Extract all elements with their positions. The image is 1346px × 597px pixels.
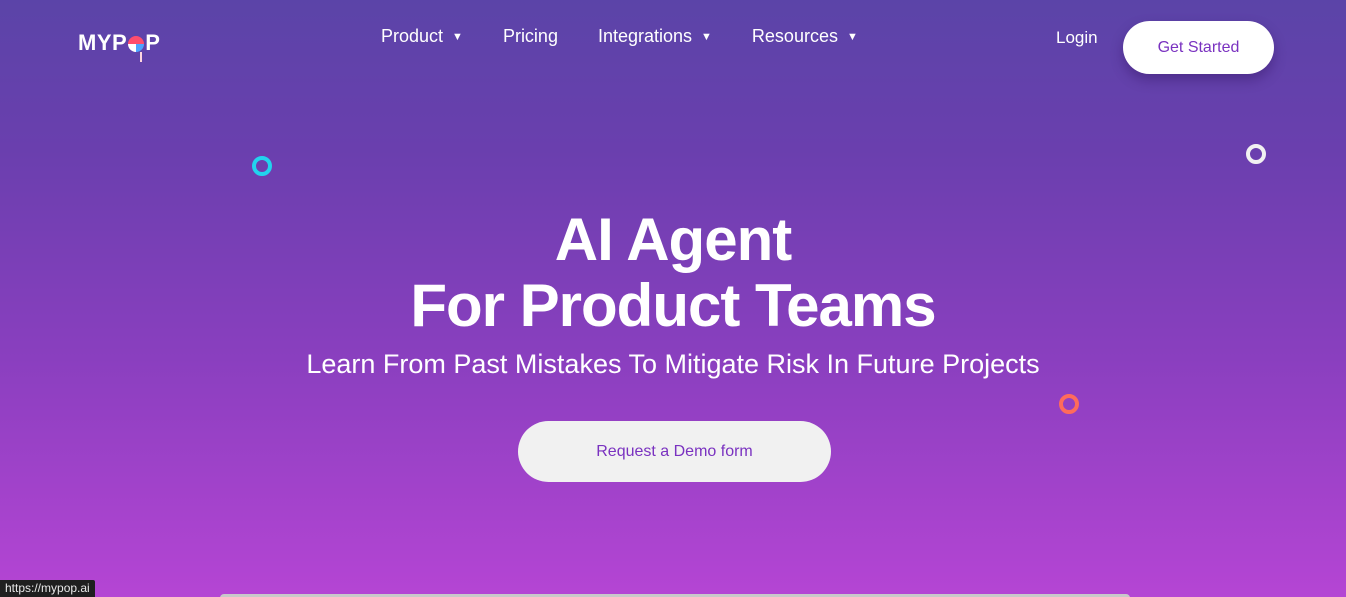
nav-item-label: Resources xyxy=(751,26,838,46)
hero-subtitle: Learn From Past Mistakes To Mitigate Ris… xyxy=(306,349,1040,379)
lollipop-stick xyxy=(140,52,142,62)
logo-text-right: P xyxy=(145,30,161,55)
request-demo-button[interactable]: Request a Demo form xyxy=(518,421,831,482)
decorative-ring-cyan xyxy=(252,156,272,176)
caret-down-icon: ▼ xyxy=(846,30,858,43)
hero-title-line2: For Product Teams xyxy=(410,272,936,339)
main-nav: Product ▼ Pricing Integrations ▼ Resourc… xyxy=(381,26,858,47)
logo[interactable]: MYP P xyxy=(78,30,161,62)
decorative-ring-white xyxy=(1246,144,1266,164)
decorative-ring-orange xyxy=(1059,394,1079,414)
nav-item-label: Pricing xyxy=(502,26,558,46)
caret-down-icon: ▼ xyxy=(701,30,712,43)
nav-item-integrations[interactable]: Integrations ▼ xyxy=(598,26,712,47)
login-link[interactable]: Login xyxy=(1056,28,1098,48)
nav-item-label: Integrations xyxy=(597,26,693,46)
nav-item-resources[interactable]: Resources ▼ xyxy=(752,26,858,47)
caret-down-icon: ▼ xyxy=(452,30,463,43)
get-started-button[interactable]: Get Started xyxy=(1123,21,1274,74)
nav-item-pricing[interactable]: Pricing xyxy=(503,26,558,47)
lollipop-icon xyxy=(128,36,145,52)
nav-item-label: Product xyxy=(381,26,444,46)
nav-item-product[interactable]: Product ▼ xyxy=(381,26,463,47)
hero-title-line1: AI Agent xyxy=(554,206,792,273)
logo-text-left: MYP xyxy=(78,30,128,55)
status-bar-url: https://mypop.ai xyxy=(0,580,95,597)
